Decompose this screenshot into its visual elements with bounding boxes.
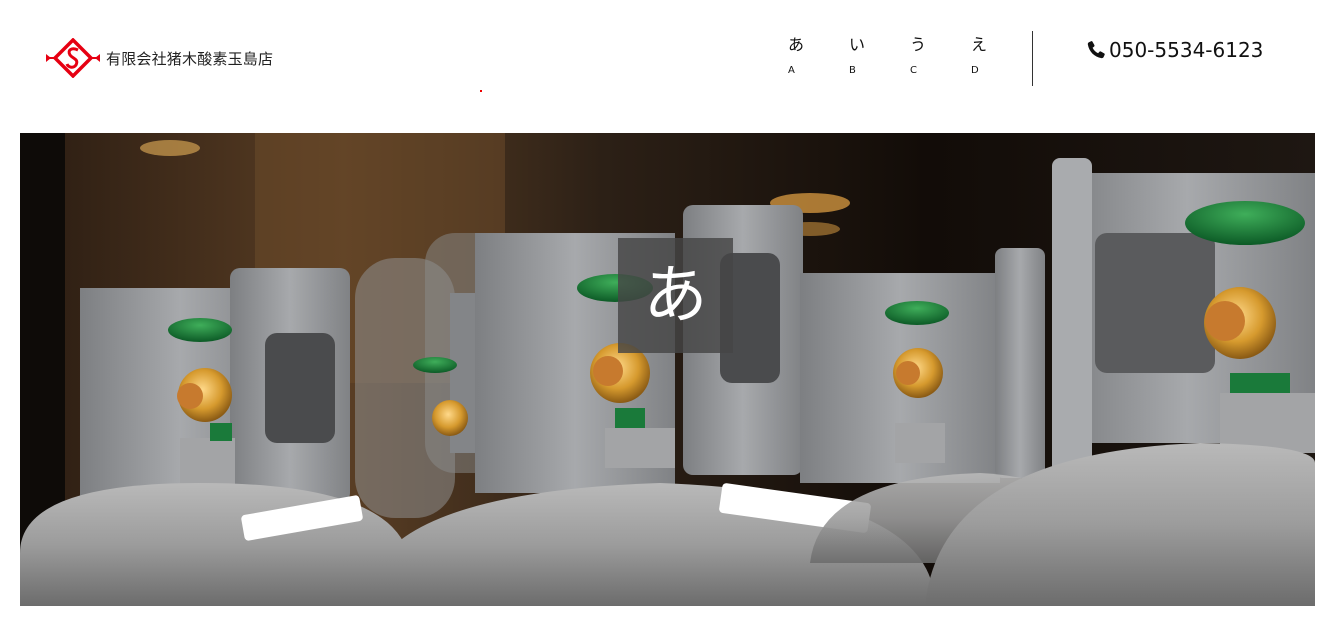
phone-icon [1087,41,1105,59]
phone-number: 050-5534-6123 [1109,38,1264,62]
gas-cylinders-photo [20,133,1315,606]
nav-item-label-en: D [971,65,980,76]
diamond-s-logo-icon [46,38,100,78]
hero-badge: あ [618,238,733,353]
main-nav: あ A い B う C え D [775,34,1019,78]
nav-item-b[interactable]: い B [836,34,897,78]
nav-item-label-en: A [788,65,796,76]
nav-item-c[interactable]: う C [897,34,958,78]
company-name: 有限会社猪木酸素玉島店 [106,49,274,68]
nav-item-label-jp: え [971,35,988,54]
nav-item-d[interactable]: え D [958,34,1019,78]
nav-item-a[interactable]: あ A [775,34,836,78]
hero-image: あ [20,133,1315,606]
decorative-dot [480,90,482,92]
nav-divider [1032,31,1033,86]
nav-item-label-en: C [910,65,918,76]
phone-link[interactable]: 050-5534-6123 [1085,38,1263,62]
site-logo[interactable]: 有限会社猪木酸素玉島店 [46,38,273,78]
nav-item-label-jp: う [910,35,927,54]
nav-item-label-en: B [849,65,857,76]
nav-item-label-jp: あ [788,35,805,54]
nav-item-label-jp: い [849,35,866,54]
page: 有限会社猪木酸素玉島店 あ A い B う C え D 050-5534-612… [0,0,1329,623]
